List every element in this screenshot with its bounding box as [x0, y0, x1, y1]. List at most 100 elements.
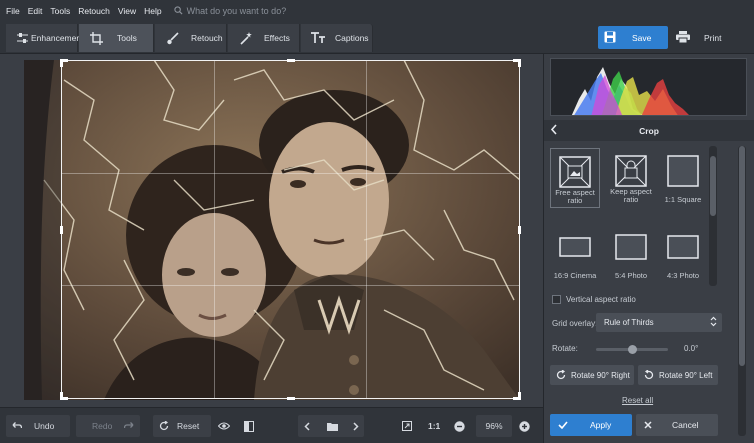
menu-help[interactable]: Help [144, 6, 161, 16]
eye-icon [218, 422, 230, 430]
tab-enhancement[interactable]: Enhancement [6, 24, 83, 52]
crop-handle[interactable] [60, 226, 63, 234]
vertical-aspect-label: Vertical aspect ratio [566, 295, 636, 304]
undo-label: Undo [34, 421, 55, 431]
save-icon [604, 31, 616, 45]
apply-button[interactable]: Apply [550, 414, 632, 436]
tab-effects[interactable]: Effects [228, 24, 300, 52]
tab-captions[interactable]: Captions [301, 24, 373, 52]
crop-shade [24, 60, 61, 400]
histogram [550, 58, 747, 116]
print-button[interactable]: Print [670, 26, 740, 49]
reset-all-link[interactable]: Reset all [622, 396, 653, 405]
printer-icon [676, 30, 690, 45]
rotate-right-button[interactable]: Rotate 90° Right [550, 365, 634, 385]
preset-square[interactable]: 1:1 Square [658, 148, 708, 208]
reset-icon [159, 421, 169, 431]
grid-line [62, 173, 519, 175]
rotate-value-text: 0.0° [684, 344, 699, 353]
rotate-label: Rotate: [552, 344, 578, 353]
save-label: Save [632, 32, 652, 43]
crop-handle[interactable] [60, 59, 63, 67]
preset-keep-aspect[interactable]: Keep aspect ratio [606, 148, 656, 208]
compare-toggle[interactable] [244, 415, 262, 437]
menu-edit[interactable]: Edit [28, 6, 43, 16]
fit-to-screen-button[interactable] [402, 415, 416, 437]
preset-4-3[interactable]: 4:3 Photo [658, 224, 708, 284]
expand-icon [402, 421, 412, 431]
command-search[interactable]: What do you want to do? [174, 5, 287, 16]
presets-scrollbar[interactable] [709, 146, 717, 286]
tab-label: Effects [264, 33, 290, 43]
tab-label: Captions [335, 33, 369, 43]
preset-5-4[interactable]: 5:4 Photo [606, 224, 656, 284]
crop-handle[interactable] [60, 392, 63, 400]
menu-retouch[interactable]: Retouch [78, 6, 110, 16]
rotate-left-button[interactable]: Rotate 90° Left [638, 365, 718, 385]
chevron-left-icon[interactable] [304, 421, 310, 431]
save-button[interactable]: Save [598, 26, 668, 49]
folder-icon[interactable] [327, 422, 338, 431]
crop-handle[interactable] [287, 397, 295, 400]
preset-cinema[interactable]: 16:9 Cinema [550, 224, 600, 284]
rotate-right-icon [556, 370, 566, 380]
bottom-toolbar: Undo Redo Reset 1:1 96% [0, 407, 543, 443]
crop-frame[interactable] [60, 59, 521, 400]
scrollbar-thumb[interactable] [739, 146, 745, 366]
actual-size-button[interactable]: 1:1 [428, 415, 444, 437]
grid-line [214, 61, 216, 398]
panel-scrollbar[interactable] [738, 146, 746, 436]
vertical-aspect-row[interactable]: Vertical aspect ratio [552, 295, 636, 304]
back-arrow-icon[interactable] [550, 124, 558, 137]
rotate-slider[interactable] [596, 345, 668, 354]
widescreen-icon [550, 230, 600, 264]
zoom-in-button[interactable] [519, 415, 533, 437]
text-icon [311, 31, 325, 45]
zoom-out-button[interactable] [454, 415, 468, 437]
scrollbar-thumb[interactable] [710, 156, 716, 216]
cancel-label: Cancel [672, 420, 699, 430]
panel-title: Crop [639, 125, 659, 136]
apply-label: Apply [590, 420, 612, 430]
search-icon [174, 6, 183, 15]
menu-view[interactable]: View [118, 6, 136, 16]
undo-button[interactable]: Undo [6, 415, 70, 437]
aspect-presets: Free aspect ratio Keep aspect ratio 1:1 … [550, 146, 718, 286]
crop-handle[interactable] [518, 392, 521, 400]
ratio-4-3-icon [658, 230, 708, 264]
redo-button[interactable]: Redo [76, 415, 140, 437]
plus-circle-icon [519, 420, 530, 432]
tab-tools[interactable]: Tools [79, 24, 154, 52]
close-icon [644, 421, 652, 429]
sliders-icon [16, 31, 29, 45]
rotate-left-label: Rotate 90° Left [659, 370, 713, 380]
reset-button[interactable]: Reset [153, 415, 211, 437]
preset-label: 4:3 Photo [666, 271, 700, 280]
grid-overlay-select[interactable]: Rule of Thirds [596, 313, 722, 332]
chevron-right-icon[interactable] [353, 421, 359, 431]
preset-label: Keep aspect ratio [610, 187, 652, 204]
preset-free-aspect[interactable]: Free aspect ratio [550, 148, 600, 208]
rotate-text: Rotate: [552, 344, 578, 353]
vertical-aspect-checkbox[interactable] [552, 295, 561, 304]
crop-handle[interactable] [287, 59, 295, 62]
zoom-level[interactable]: 96% [476, 415, 512, 437]
menu-file[interactable]: File [6, 6, 20, 16]
cancel-button[interactable]: Cancel [636, 414, 718, 436]
ratio-5-4-icon [606, 230, 656, 264]
preview-toggle[interactable] [218, 415, 236, 437]
preset-label: 16:9 Cinema [553, 271, 597, 280]
crop-handle[interactable] [518, 226, 521, 234]
redo-label: Redo [92, 421, 113, 431]
rotate-right-label: Rotate 90° Right [571, 370, 630, 380]
slider-knob[interactable] [627, 345, 637, 354]
crop-header: Crop [544, 120, 754, 141]
zoom-value: 96% [485, 421, 503, 431]
check-icon [558, 421, 568, 429]
crop-panel: Crop Free aspect ratio Keep aspect ratio… [543, 54, 754, 443]
grid-overlay-label: Grid overlay: [552, 319, 597, 328]
tab-retouch[interactable]: Retouch [155, 24, 227, 52]
search-placeholder: What do you want to do? [186, 5, 287, 16]
crop-handle[interactable] [518, 59, 521, 67]
menu-tools[interactable]: Tools [50, 6, 70, 16]
